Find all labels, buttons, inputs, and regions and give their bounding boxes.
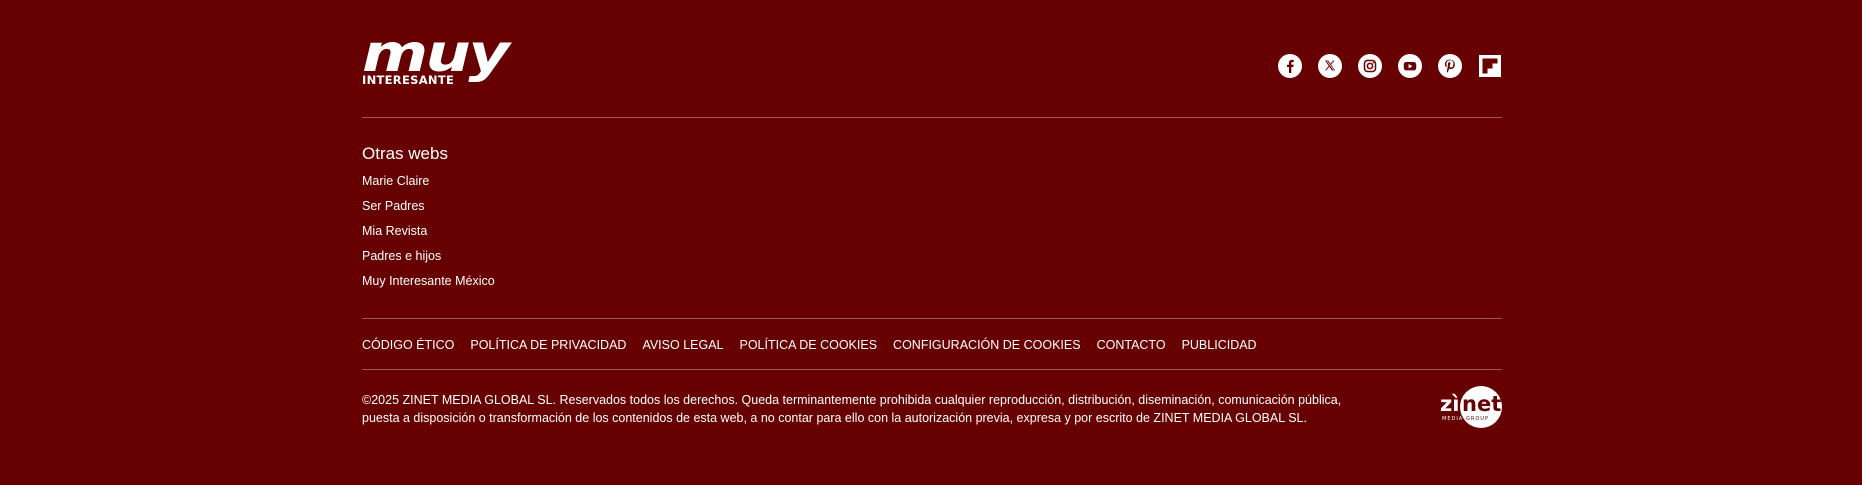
social-links [1278,54,1502,78]
instagram-icon[interactable] [1358,54,1382,78]
link-mia-revista[interactable]: Mia Revista [362,224,427,238]
pinterest-icon[interactable] [1438,54,1462,78]
otras-webs-section: Otras webs Marie Claire Ser Padres Mia R… [362,118,1502,318]
zinet-logo-sub-right: GROUP [1466,416,1489,422]
link-publicidad[interactable]: PUBLICIDAD [1182,338,1257,352]
link-aviso-legal[interactable]: AVISO LEGAL [642,338,723,352]
link-politica-privacidad[interactable]: POLÍTICA DE PRIVACIDAD [470,338,626,352]
otras-webs-title: Otras webs [362,144,448,163]
youtube-icon[interactable] [1398,54,1422,78]
footer-top: muy INTERESANTE [362,0,1502,117]
facebook-icon[interactable] [1278,54,1302,78]
muy-interesante-logo[interactable]: muy INTERESANTE [362,28,538,87]
link-padres-e-hijos[interactable]: Padres e hijos [362,249,441,263]
zinet-logo-word-left: zì [1440,392,1459,416]
zinet-logo-sub-left: MEDIA [1442,416,1463,422]
logo-subtitle: INTERESANTE [362,73,457,87]
logo-word: muy [362,24,510,84]
link-marie-claire[interactable]: Marie Claire [362,174,429,188]
link-ser-padres[interactable]: Ser Padres [362,199,425,213]
site-footer: muy INTERESANTE Otras webs Marie Claire … [362,0,1502,428]
copyright-text: ©2025 ZINET MEDIA GLOBAL SL. Reservados … [362,393,1342,425]
link-configuracion-cookies[interactable]: CONFIGURACIÓN DE COOKIES [893,338,1081,352]
flipboard-icon[interactable] [1478,54,1502,78]
link-contacto[interactable]: CONTACTO [1097,338,1166,352]
zinet-logo-word-right: net [1462,392,1501,416]
legal-links: CÓDIGO ÉTICO POLÍTICA DE PRIVACIDAD AVIS… [362,319,1502,369]
otras-webs-list: Marie Claire Ser Padres Mia Revista Padr… [362,174,1502,289]
zinet-media-logo[interactable]: zì net MEDIA GROUP [1440,386,1502,428]
link-muy-interesante-mexico[interactable]: Muy Interesante México [362,274,495,288]
link-codigo-etico[interactable]: CÓDIGO ÉTICO [362,338,454,352]
footer-bottom: ©2025 ZINET MEDIA GLOBAL SL. Reservados … [362,370,1502,428]
link-politica-cookies[interactable]: POLÍTICA DE COOKIES [740,338,878,352]
x-icon[interactable] [1318,54,1342,78]
